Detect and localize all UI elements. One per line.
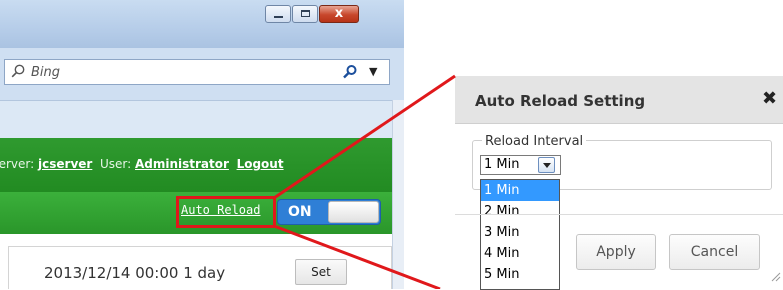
close-window-button[interactable]: x xyxy=(319,5,359,23)
toggle-knob[interactable] xyxy=(328,201,379,223)
user-link[interactable]: Administrator xyxy=(135,157,229,171)
logout-link[interactable]: Logout xyxy=(237,157,284,171)
option-1-min[interactable]: 1 Min xyxy=(481,180,559,201)
server-link[interactable]: jcserver xyxy=(38,157,92,171)
toggle-label: ON xyxy=(288,204,312,220)
set-button[interactable]: Set xyxy=(295,259,347,285)
option-4-min[interactable]: 4 Min xyxy=(481,243,559,264)
close-icon: x xyxy=(334,6,344,21)
auto-reload-dialog: Auto Reload Setting ✖ Reload Interval 1 … xyxy=(455,76,783,290)
content-panel: 2013/12/14 00:00 1 day Set xyxy=(8,246,392,289)
window-frame-edge xyxy=(392,100,404,289)
search-go-icon[interactable] xyxy=(342,64,358,80)
chevron-down-icon[interactable]: ▼ xyxy=(369,65,377,78)
search-placeholder: Bing xyxy=(31,65,61,80)
maximize-button[interactable] xyxy=(292,5,318,23)
apply-button[interactable]: Apply xyxy=(576,234,656,270)
chevron-down-icon[interactable] xyxy=(538,157,555,173)
option-3-min[interactable]: 3 Min xyxy=(481,222,559,243)
dialog-header: Auto Reload Setting ✖ xyxy=(455,76,783,124)
reload-interval-legend: Reload Interval xyxy=(482,134,587,149)
resize-grip-icon[interactable] xyxy=(771,272,781,282)
search-bar-row: Bing ▼ xyxy=(0,48,404,100)
close-icon[interactable]: ✖ xyxy=(762,88,777,109)
user-info: Server: jcserver User: Administrator Log… xyxy=(0,157,284,171)
server-label: Server: xyxy=(0,157,35,171)
user-label: User: xyxy=(99,157,132,171)
window-controls: x xyxy=(265,5,360,25)
minimize-button[interactable] xyxy=(265,5,291,23)
reload-interval-options: 1 Min 2 Min 3 Min 4 Min 5 Min xyxy=(480,179,560,290)
app-header: Server: jcserver User: Administrator Log… xyxy=(0,138,392,192)
browser-window: x Bing ▼ Server: jcserver User: Administ… xyxy=(0,0,404,289)
option-5-min[interactable]: 5 Min xyxy=(481,264,559,285)
window-titlebar: x xyxy=(0,0,404,48)
search-icon xyxy=(11,64,25,78)
search-input[interactable]: Bing ▼ xyxy=(4,59,390,85)
dialog-title: Auto Reload Setting xyxy=(475,92,646,110)
callout-highlight-box xyxy=(176,196,276,228)
auto-reload-toggle[interactable]: ON xyxy=(277,199,381,225)
select-value: 1 Min xyxy=(484,157,520,172)
command-bar xyxy=(0,100,404,138)
cancel-button[interactable]: Cancel xyxy=(669,234,760,270)
option-2-min[interactable]: 2 Min xyxy=(481,201,559,222)
date-range-text: 2013/12/14 00:00 1 day xyxy=(44,264,226,282)
reload-interval-select[interactable]: 1 Min xyxy=(480,155,561,175)
dialog-footer-divider xyxy=(455,214,783,215)
